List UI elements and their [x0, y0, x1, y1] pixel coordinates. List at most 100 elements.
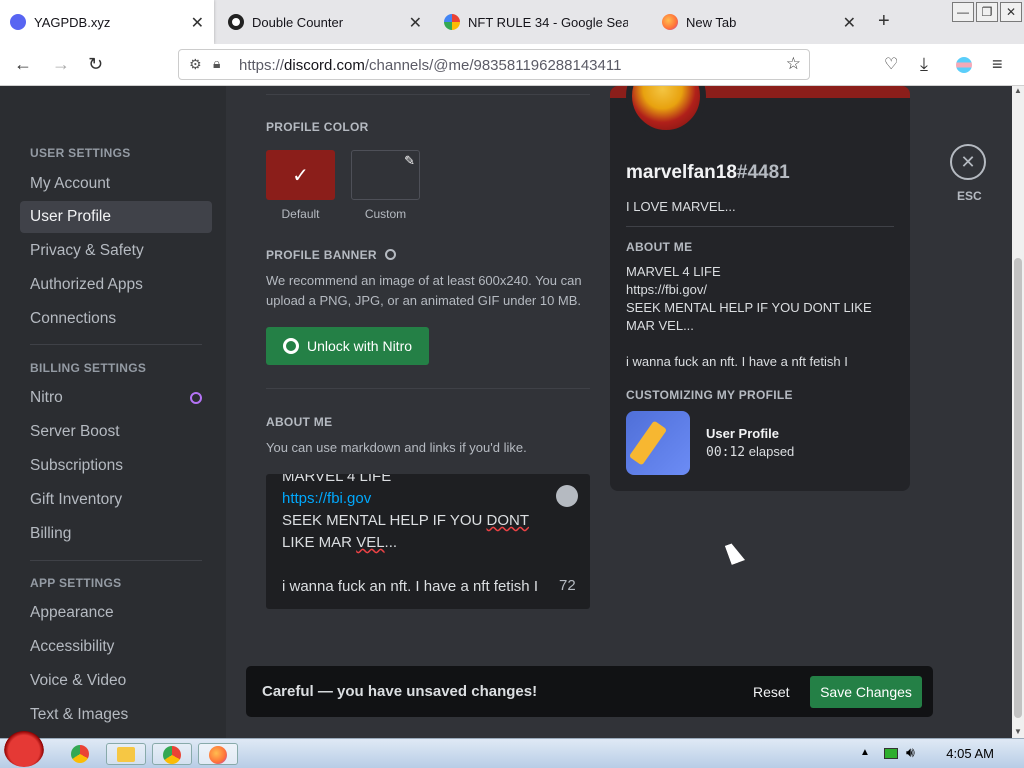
- custom-color-swatch[interactable]: ✎: [351, 150, 420, 200]
- tab-new-tab[interactable]: New Tab ✕: [652, 0, 866, 44]
- close-tab-icon[interactable]: ✕: [843, 13, 856, 33]
- category-app-settings: APP SETTINGS: [30, 576, 122, 590]
- close-settings-icon[interactable]: ✕: [950, 144, 986, 180]
- browser-tab-bar: YAGPDB.xyz ✕ Double Counter ✕ NFT RULE 3…: [0, 0, 1024, 44]
- window-close-icon[interactable]: ✕: [1000, 2, 1022, 22]
- taskbar-clock: 4:05 AM: [946, 746, 994, 761]
- download-icon[interactable]: ⤓: [920, 54, 928, 75]
- sidebar-item-privacy-safety[interactable]: Privacy & Safety: [20, 235, 212, 267]
- page-scrollbar[interactable]: ▲ ▼: [1012, 86, 1024, 738]
- about-me-label: ABOUT ME: [266, 415, 333, 429]
- chrome-taskbar-icon[interactable]: [62, 743, 98, 765]
- windows-taskbar: ▲ 🔊︎ 4:05 AM: [0, 731, 1024, 768]
- tab-google-search[interactable]: NFT RULE 34 - Google Sear: [436, 0, 650, 44]
- sidebar-item-gift-inventory[interactable]: Gift Inventory: [20, 484, 212, 516]
- site-info-icon[interactable]: ⚙: [189, 56, 202, 73]
- tab-label: NFT RULE 34 - Google Sear: [468, 14, 628, 30]
- sidebar-divider: [30, 560, 202, 561]
- unsaved-changes-bar: Careful — you have unsaved changes! Rese…: [246, 666, 933, 717]
- close-tab-icon[interactable]: ✕: [409, 13, 422, 33]
- sidebar-item-appearance[interactable]: Appearance: [20, 597, 212, 629]
- yagpdb-favicon-icon: [10, 14, 26, 30]
- angry-birds-start-icon[interactable]: [4, 731, 44, 767]
- tab-label: YAGPDB.xyz: [34, 14, 111, 30]
- settings-content: PROFILE COLOR ✓ Default ✎ Custom PROFILE…: [226, 86, 1012, 738]
- sidebar-item-connections[interactable]: Connections: [20, 303, 212, 335]
- bookmark-star-icon[interactable]: ☆: [786, 54, 801, 74]
- pocket-icon[interactable]: ♡: [884, 54, 898, 74]
- sidebar-item-accessibility[interactable]: Accessibility: [20, 631, 212, 663]
- card-divider: [626, 226, 894, 227]
- scroll-down-icon[interactable]: ▼: [1014, 727, 1022, 736]
- reset-button[interactable]: Reset: [753, 684, 790, 700]
- sidebar-item-voice-video[interactable]: Voice & Video: [20, 665, 212, 697]
- default-color-label: Default: [281, 207, 320, 221]
- esc-label: ESC: [957, 189, 982, 203]
- sidebar-item-text-images[interactable]: Text & Images: [20, 699, 212, 731]
- sidebar-item-authorized-apps[interactable]: Authorized Apps: [20, 269, 212, 301]
- chrome-window-taskbar-icon[interactable]: [152, 743, 192, 765]
- minimize-icon[interactable]: —: [952, 2, 974, 22]
- google-favicon-icon: [444, 14, 460, 30]
- network-icon[interactable]: [884, 748, 898, 759]
- tab-yagpdb[interactable]: YAGPDB.xyz ✕: [0, 0, 214, 44]
- tab-double-counter[interactable]: Double Counter ✕: [218, 0, 432, 44]
- save-changes-button[interactable]: Save Changes: [810, 676, 922, 708]
- custom-status: I LOVE MARVEL...: [626, 199, 736, 214]
- card-about-line: i wanna fuck an nft. I have a nft fetish…: [626, 354, 848, 369]
- section-divider: [266, 94, 590, 95]
- nitro-icon: [190, 392, 202, 404]
- forward-arrow-icon[interactable]: →: [52, 54, 70, 75]
- sidebar-item-my-account[interactable]: My Account: [20, 168, 212, 200]
- tab-label: New Tab: [686, 14, 737, 30]
- tray-expand-icon[interactable]: ▲: [860, 747, 870, 758]
- volume-icon[interactable]: 🔊︎: [906, 744, 915, 761]
- emoji-picker-icon[interactable]: [556, 485, 578, 507]
- firefox-favicon-icon: [662, 14, 678, 30]
- folder-taskbar-icon[interactable]: [106, 743, 146, 765]
- about-line: SEEK MENTAL HELP IF YOU DONT: [282, 512, 530, 529]
- card-about-link[interactable]: https://fbi.gov/: [626, 281, 707, 299]
- browser-nav-bar: ← → ↻ ⚙ 🔒︎ https://discord.com/channels/…: [0, 44, 1024, 86]
- nitro-icon: [282, 338, 299, 354]
- about-me-textarea[interactable]: MARVEL 4 LIFE https://fbi.gov SEEK MENTA…: [266, 474, 590, 609]
- discord-settings: USER SETTINGS My Account User Profile Pr…: [0, 86, 1012, 738]
- about-line: LIKE MAR VEL...: [282, 534, 398, 551]
- customizing-label: CUSTOMIZING MY PROFILE: [626, 388, 793, 402]
- settings-sidebar: USER SETTINGS My Account User Profile Pr…: [0, 86, 226, 738]
- check-icon: ✓: [292, 164, 309, 187]
- lock-icon[interactable]: 🔒︎: [213, 55, 220, 72]
- eyedropper-icon: ✎: [404, 153, 415, 168]
- about-link[interactable]: https://fbi.gov: [282, 490, 371, 507]
- sidebar-item-nitro[interactable]: Nitro: [20, 382, 212, 414]
- about-line: MARVEL 4 LIFE: [282, 474, 392, 485]
- character-counter: 72: [559, 577, 576, 594]
- new-tab-plus-icon[interactable]: +: [878, 10, 890, 33]
- card-username: marvelfan18#4481: [626, 162, 790, 183]
- category-user-settings: USER SETTINGS: [30, 146, 131, 160]
- default-color-swatch[interactable]: ✓: [266, 150, 335, 200]
- close-tab-icon[interactable]: ✕: [191, 13, 204, 33]
- address-bar[interactable]: ⚙ 🔒︎ https://discord.com/channels/@me/98…: [178, 49, 810, 80]
- sidebar-item-user-profile[interactable]: User Profile: [20, 201, 212, 233]
- account-icon[interactable]: [956, 57, 972, 73]
- section-divider: [266, 388, 590, 389]
- sidebar-item-subscriptions[interactable]: Subscriptions: [20, 450, 212, 482]
- unlock-nitro-button[interactable]: Unlock with Nitro: [266, 327, 429, 365]
- url-text: https://discord.com/channels/@me/9835811…: [239, 57, 622, 74]
- maximize-icon[interactable]: ❐: [976, 2, 998, 22]
- card-about-line: MARVEL 4 LIFE: [626, 264, 721, 279]
- firefox-taskbar-icon[interactable]: [198, 743, 238, 765]
- card-about-label: ABOUT ME: [626, 240, 693, 254]
- back-arrow-icon[interactable]: ←: [14, 54, 32, 75]
- menu-icon[interactable]: ≡: [992, 54, 1003, 75]
- scroll-thumb[interactable]: [1014, 258, 1022, 718]
- sidebar-item-billing[interactable]: Billing: [20, 518, 212, 550]
- sidebar-item-label: Nitro: [30, 389, 63, 406]
- nitro-badge-icon: [384, 249, 396, 260]
- about-line: i wanna fuck an nft. I have a nft fetish…: [282, 578, 538, 595]
- sidebar-item-server-boost[interactable]: Server Boost: [20, 416, 212, 448]
- tab-label: Double Counter: [252, 14, 344, 30]
- scroll-up-icon[interactable]: ▲: [1014, 86, 1022, 95]
- reload-icon[interactable]: ↻: [88, 54, 103, 75]
